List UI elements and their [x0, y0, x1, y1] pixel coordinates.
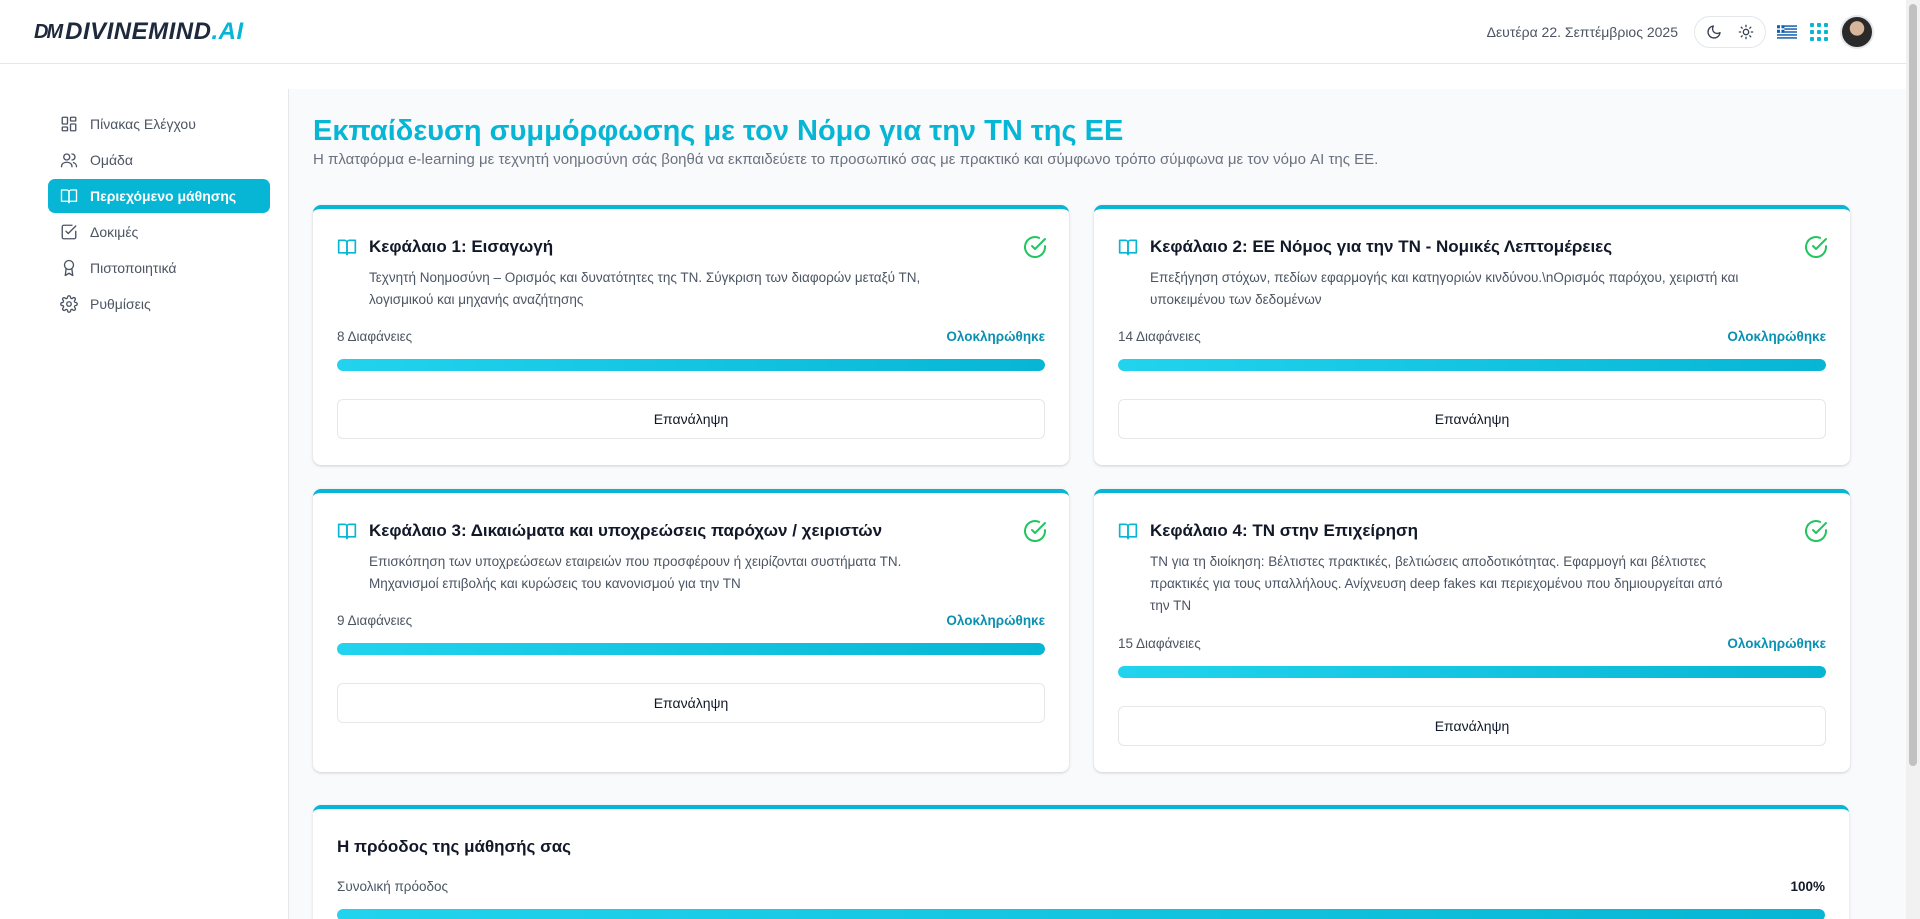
chapter-card: Κεφάλαιο 1: Εισαγωγή Τεχνητή Νοημοσύνη –… — [313, 205, 1069, 465]
chapter-meta: 9 Διαφάνειες Ολοκληρώθηκε — [337, 613, 1045, 628]
progress-percent: 100% — [1790, 879, 1825, 894]
sidebar-item-label: Πίνακας Ελέγχου — [90, 116, 196, 132]
sidebar-item-tests[interactable]: Δοκιμές — [48, 215, 270, 249]
chapter-header: Κεφάλαιο 3: Δικαιώματα και υποχρεώσεις π… — [337, 521, 882, 541]
chapter-progress-bar — [337, 359, 1045, 371]
chapter-header: Κεφάλαιο 2: ΕΕ Νόμος για την ΤΝ - Νομικέ… — [1118, 237, 1612, 257]
status-completed: Ολοκληρώθηκε — [1727, 329, 1826, 344]
dark-mode-button[interactable] — [1699, 19, 1729, 45]
check-circle-icon — [1805, 520, 1827, 543]
overall-progress-fill — [337, 909, 1825, 919]
sidebar-item-certificates[interactable]: Πιστοποιητικά — [48, 251, 270, 285]
progress-title: Η πρόοδος της μάθησής σας — [337, 837, 572, 856]
chapter-description: Τεχνητή Νοημοσύνη – Ορισμός και δυνατότη… — [369, 270, 921, 307]
progress-label: Συνολική πρόοδος — [337, 879, 449, 894]
gear-icon — [60, 295, 78, 313]
logo[interactable]: DM DIVINEMIND.AI — [34, 18, 244, 45]
check-circle-icon — [1805, 236, 1827, 259]
checkbox-icon — [61, 224, 77, 240]
chapter-progress-bar — [1118, 359, 1826, 371]
chapter-header: Κεφάλαιο 1: Εισαγωγή — [337, 237, 553, 257]
book-icon — [337, 239, 357, 256]
chapter-progress-fill — [337, 643, 1045, 655]
book-icon — [60, 189, 78, 204]
moon-icon — [1707, 25, 1721, 39]
scrollbar-thumb[interactable] — [1909, 4, 1917, 766]
sidebar-item-team[interactable]: Ομάδα — [48, 143, 270, 177]
sidebar-item-dashboard[interactable]: Πίνακας Ελέγχου — [48, 107, 270, 141]
logo-mark: DM — [34, 20, 63, 43]
slide-count: 8 Διαφάνειες — [337, 329, 413, 344]
chapter-title: Κεφάλαιο 4: ΤΝ στην Επιχείρηση — [1150, 521, 1419, 540]
header-actions: Δευτέρα 22. Σεπτέμβριος 2025 — [1487, 14, 1874, 50]
chapter-meta: 14 Διαφάνειες Ολοκληρώθηκε — [1118, 329, 1826, 344]
repeat-button[interactable]: Επανάληψη — [1118, 399, 1826, 439]
status-completed: Ολοκληρώθηκε — [946, 329, 1045, 344]
overall-progress-bar — [337, 909, 1825, 919]
progress-row: Συνολική πρόοδος 100% — [337, 879, 1825, 894]
chapter-card: Κεφάλαιο 2: ΕΕ Νόμος για την ΤΝ - Νομικέ… — [1094, 205, 1850, 465]
dashboard-icon — [61, 116, 77, 132]
sidebar-item-label: Ρυθμίσεις — [90, 296, 151, 312]
sidebar-item-label: Δοκιμές — [90, 224, 139, 240]
award-icon — [63, 259, 75, 277]
sidebar-item-label: Πιστοποιητικά — [90, 260, 177, 276]
book-icon — [337, 523, 357, 540]
overall-progress-card: Η πρόοδος της μάθησής σας Συνολική πρόοδ… — [313, 805, 1849, 919]
chapter-description: Επεξήγηση στόχων, πεδίων εφαρμογής και κ… — [1150, 270, 1739, 307]
chapter-card: Κεφάλαιο 3: Δικαιώματα και υποχρεώσεις π… — [313, 489, 1069, 772]
status-completed: Ολοκληρώθηκε — [1727, 636, 1826, 651]
chapter-description: Επισκόπηση των υποχρεώσεων εταιρειών που… — [369, 554, 902, 591]
book-icon — [1118, 239, 1138, 256]
scrollbar[interactable] — [1906, 0, 1920, 919]
book-icon — [1118, 523, 1138, 540]
theme-toggle — [1694, 16, 1766, 48]
repeat-button[interactable]: Επανάληψη — [1118, 706, 1826, 746]
slide-count: 9 Διαφάνειες — [337, 613, 413, 628]
main-content: Εκπαίδευση συμμόρφωσης με τον Νόμο για τ… — [288, 89, 1906, 919]
sidebar-item-learning-content[interactable]: Περιεχόμενο μάθησης — [48, 179, 270, 213]
slide-count: 15 Διαφάνειες — [1118, 636, 1201, 651]
repeat-button[interactable]: Επανάληψη — [337, 683, 1045, 723]
chapter-progress-bar — [337, 643, 1045, 655]
check-circle-icon — [1024, 236, 1046, 259]
page-title: Εκπαίδευση συμμόρφωσης με τον Νόμο για τ… — [313, 115, 1124, 147]
chapter-progress-fill — [1118, 359, 1826, 371]
top-header: DM DIVINEMIND.AI Δευτέρα 22. Σεπτέμβριος… — [0, 0, 1920, 64]
sun-icon — [1738, 24, 1754, 40]
chapter-card: Κεφάλαιο 4: ΤΝ στην Επιχείρηση ΤΝ για τη… — [1094, 489, 1850, 772]
chapter-meta: 15 Διαφάνειες Ολοκληρώθηκε — [1118, 636, 1826, 651]
chapter-meta: 8 Διαφάνειες Ολοκληρώθηκε — [337, 329, 1045, 344]
sidebar-item-label: Περιεχόμενο μάθησης — [90, 188, 237, 204]
chapter-title: Κεφάλαιο 2: ΕΕ Νόμος για την ΤΝ - Νομικέ… — [1150, 237, 1613, 256]
sidebar-item-label: Ομάδα — [90, 152, 133, 168]
page-subtitle: Η πλατφόρμα e-learning με τεχνητή νοημοσ… — [313, 151, 1379, 168]
sidebar-nav: Πίνακας Ελέγχου Ομάδα Περιεχόμενο μάθηση… — [48, 107, 270, 323]
repeat-button[interactable]: Επανάληψη — [337, 399, 1045, 439]
users-icon — [60, 153, 78, 168]
chapter-progress-fill — [1118, 666, 1826, 678]
sidebar-item-settings[interactable]: Ρυθμίσεις — [48, 287, 270, 321]
light-mode-button[interactable] — [1731, 19, 1761, 45]
language-flag-greek-icon[interactable] — [1776, 22, 1798, 42]
apps-grid-icon[interactable] — [1808, 21, 1830, 43]
chapter-progress-bar — [1118, 666, 1826, 678]
chapter-title: Κεφάλαιο 1: Εισαγωγή — [369, 237, 554, 256]
chapter-header: Κεφάλαιο 4: ΤΝ στην Επιχείρηση — [1118, 521, 1418, 541]
chapter-description: ΤΝ για τη διοίκηση: Βέλτιστες πρακτικές,… — [1150, 554, 1723, 613]
check-circle-icon — [1024, 520, 1046, 543]
chapter-progress-fill — [337, 359, 1045, 371]
logo-text: DIVINEMIND.AI — [65, 18, 244, 45]
current-date: Δευτέρα 22. Σεπτέμβριος 2025 — [1486, 24, 1678, 40]
sidebar: Πίνακας Ελέγχου Ομάδα Περιεχόμενο μάθηση… — [0, 65, 288, 919]
chapter-title: Κεφάλαιο 3: Δικαιώματα και υποχρεώσεις π… — [369, 521, 883, 540]
user-avatar[interactable] — [1840, 15, 1874, 49]
slide-count: 14 Διαφάνειες — [1118, 329, 1201, 344]
status-completed: Ολοκληρώθηκε — [946, 613, 1045, 628]
